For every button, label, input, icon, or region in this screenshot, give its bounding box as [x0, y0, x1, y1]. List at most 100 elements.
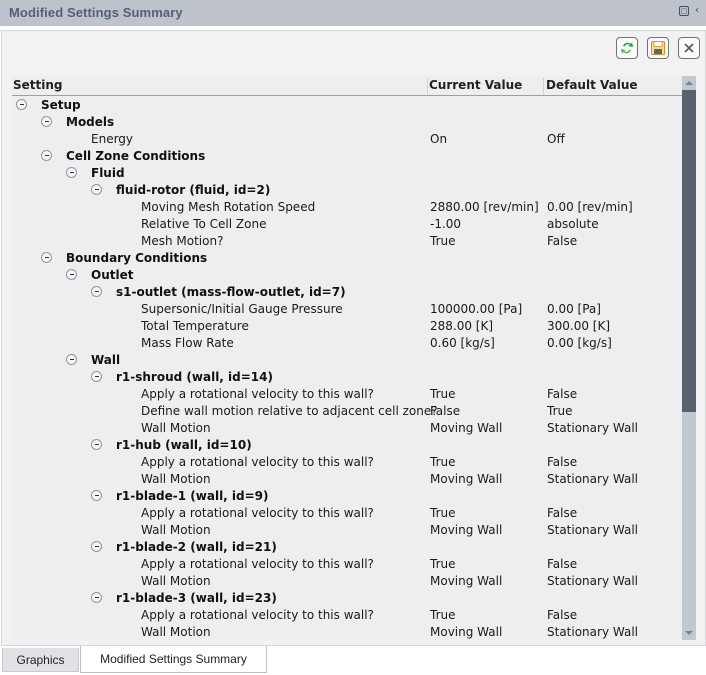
default-value: 300.00 [K] [547, 319, 611, 333]
tree-group-row[interactable]: Boundary Conditions [12, 250, 682, 267]
scroll-thumb[interactable] [682, 90, 696, 412]
column-header-setting[interactable]: Setting [13, 78, 428, 95]
default-value: False [547, 608, 578, 622]
group-label: r1-shroud (wall, id=14) [116, 370, 273, 384]
refresh-button[interactable] [616, 37, 638, 59]
current-value: False [430, 404, 461, 418]
vertical-scrollbar[interactable] [682, 76, 696, 640]
current-value: 2880.00 [rev/min] [430, 200, 539, 214]
setting-label: Apply a rotational velocity to this wall… [141, 387, 374, 401]
table-row[interactable]: Define wall motion relative to adjacent … [12, 403, 682, 420]
table-row[interactable]: Apply a rotational velocity to this wall… [12, 607, 682, 624]
collapse-toggle-icon[interactable] [16, 99, 27, 110]
tree-group-row[interactable]: r1-blade-1 (wall, id=9) [12, 488, 682, 505]
collapse-toggle-icon[interactable] [91, 592, 102, 603]
group-label: Boundary Conditions [66, 251, 208, 265]
table-row[interactable]: Apply a rotational velocity to this wall… [12, 556, 682, 573]
group-label: s1-outlet (mass-flow-outlet, id=7) [116, 285, 346, 299]
table-row[interactable]: Wall Motion Moving Wall Stationary Wall [12, 522, 682, 539]
table-row[interactable]: Relative To Cell Zone -1.00 absolute [12, 216, 682, 233]
collapse-toggle-icon[interactable] [41, 116, 52, 127]
restore-icon[interactable]: □ [679, 6, 689, 16]
collapse-toggle-icon[interactable] [66, 354, 77, 365]
tree-group-row[interactable]: Outlet [12, 267, 682, 284]
current-value: True [430, 455, 456, 469]
default-value: 0.00 [Pa] [547, 302, 601, 316]
column-header-default-value[interactable]: Default Value [546, 78, 676, 95]
setting-label: Mass Flow Rate [141, 336, 234, 350]
collapse-toggle-icon[interactable] [66, 167, 77, 178]
table-row[interactable]: Mass Flow Rate 0.60 [kg/s] 0.00 [kg/s] [12, 335, 682, 352]
save-button[interactable] [647, 37, 669, 59]
tree-group-row[interactable]: fluid-rotor (fluid, id=2) [12, 182, 682, 199]
table-row[interactable]: Apply a rotational velocity to this wall… [12, 454, 682, 471]
setting-label: Total Temperature [141, 319, 249, 333]
table-row[interactable]: Energy On Off [12, 131, 682, 148]
collapse-toggle-icon[interactable] [91, 541, 102, 552]
collapse-toggle-icon[interactable] [91, 184, 102, 195]
tree-group-row[interactable]: Wall [12, 352, 682, 369]
table-row[interactable]: Wall Motion Moving Wall Stationary Wall [12, 573, 682, 590]
default-value: False [547, 234, 578, 248]
default-value: True [547, 404, 573, 418]
collapse-toggle-icon[interactable] [91, 439, 102, 450]
collapse-toggle-icon[interactable] [91, 371, 102, 382]
current-value: True [430, 234, 456, 248]
tree-group-row[interactable]: s1-outlet (mass-flow-outlet, id=7) [12, 284, 682, 301]
table-row[interactable]: Wall Motion Moving Wall Stationary Wall [12, 471, 682, 488]
collapse-chevron-icon[interactable]: ‹ [692, 6, 702, 16]
current-value: Moving Wall [430, 472, 503, 486]
close-button[interactable] [678, 37, 700, 59]
collapse-toggle-icon[interactable] [41, 150, 52, 161]
setting-label: Define wall motion relative to adjacent … [141, 404, 438, 418]
tree-group-row[interactable]: r1-shroud (wall, id=14) [12, 369, 682, 386]
table-row[interactable]: Mesh Motion? True False [12, 233, 682, 250]
default-value: False [547, 455, 578, 469]
collapse-toggle-icon[interactable] [41, 252, 52, 263]
current-value: 288.00 [K] [430, 319, 494, 333]
tree-group-row[interactable]: Models [12, 114, 682, 131]
table-row[interactable]: Apply a rotational velocity to this wall… [12, 505, 682, 522]
table-row[interactable]: Wall Motion Moving Wall Stationary Wall [12, 420, 682, 437]
setting-label: Moving Mesh Rotation Speed [141, 200, 316, 214]
current-value: True [430, 557, 456, 571]
tab-modified-settings-summary[interactable]: Modified Settings Summary [80, 646, 267, 673]
table-row[interactable]: Wall Motion Moving Wall Stationary Wall [12, 624, 682, 640]
group-label: Cell Zone Conditions [66, 149, 206, 163]
scroll-down-arrow-icon[interactable] [682, 626, 696, 640]
default-value: Stationary Wall [547, 472, 638, 486]
group-label: r1-blade-2 (wall, id=21) [116, 540, 277, 554]
default-value: Stationary Wall [547, 421, 638, 435]
table-row[interactable]: Moving Mesh Rotation Speed 2880.00 [rev/m… [12, 199, 682, 216]
default-value: Stationary Wall [547, 523, 638, 537]
setting-label: Wall Motion [141, 421, 211, 435]
table-row[interactable]: Apply a rotational velocity to this wall… [12, 386, 682, 403]
default-value: False [547, 506, 578, 520]
table-rows: Setup Models Energy On Off Cell Zone Conditio… [12, 97, 682, 640]
setting-label: Wall Motion [141, 472, 211, 486]
column-header-current-value[interactable]: Current Value [429, 78, 544, 95]
collapse-toggle-icon[interactable] [91, 490, 102, 501]
current-value: 0.60 [kg/s] [430, 336, 495, 350]
setting-label: Wall Motion [141, 523, 211, 537]
tab-graphics[interactable]: Graphics [2, 648, 79, 672]
tree-group-row[interactable]: r1-hub (wall, id=10) [12, 437, 682, 454]
table-row[interactable]: Supersonic/Initial Gauge Pressure 100000.… [12, 301, 682, 318]
current-value: On [430, 132, 448, 146]
default-value: Stationary Wall [547, 574, 638, 588]
tree-group-row[interactable]: Fluid [12, 165, 682, 182]
collapse-toggle-icon[interactable] [91, 286, 102, 297]
current-value: True [430, 608, 456, 622]
current-value: Moving Wall [430, 523, 503, 537]
tree-group-row[interactable]: Cell Zone Conditions [12, 148, 682, 165]
tree-group-row[interactable]: Setup [12, 97, 682, 114]
group-label: fluid-rotor (fluid, id=2) [116, 183, 271, 197]
current-value: Moving Wall [430, 574, 503, 588]
default-value: Off [547, 132, 565, 146]
table-row[interactable]: Total Temperature 288.00 [K] 300.00 [K] [12, 318, 682, 335]
scroll-up-arrow-icon[interactable] [682, 76, 696, 90]
default-value: absolute [547, 217, 599, 231]
tree-group-row[interactable]: r1-blade-2 (wall, id=21) [12, 539, 682, 556]
tree-group-row[interactable]: r1-blade-3 (wall, id=23) [12, 590, 682, 607]
collapse-toggle-icon[interactable] [66, 269, 77, 280]
